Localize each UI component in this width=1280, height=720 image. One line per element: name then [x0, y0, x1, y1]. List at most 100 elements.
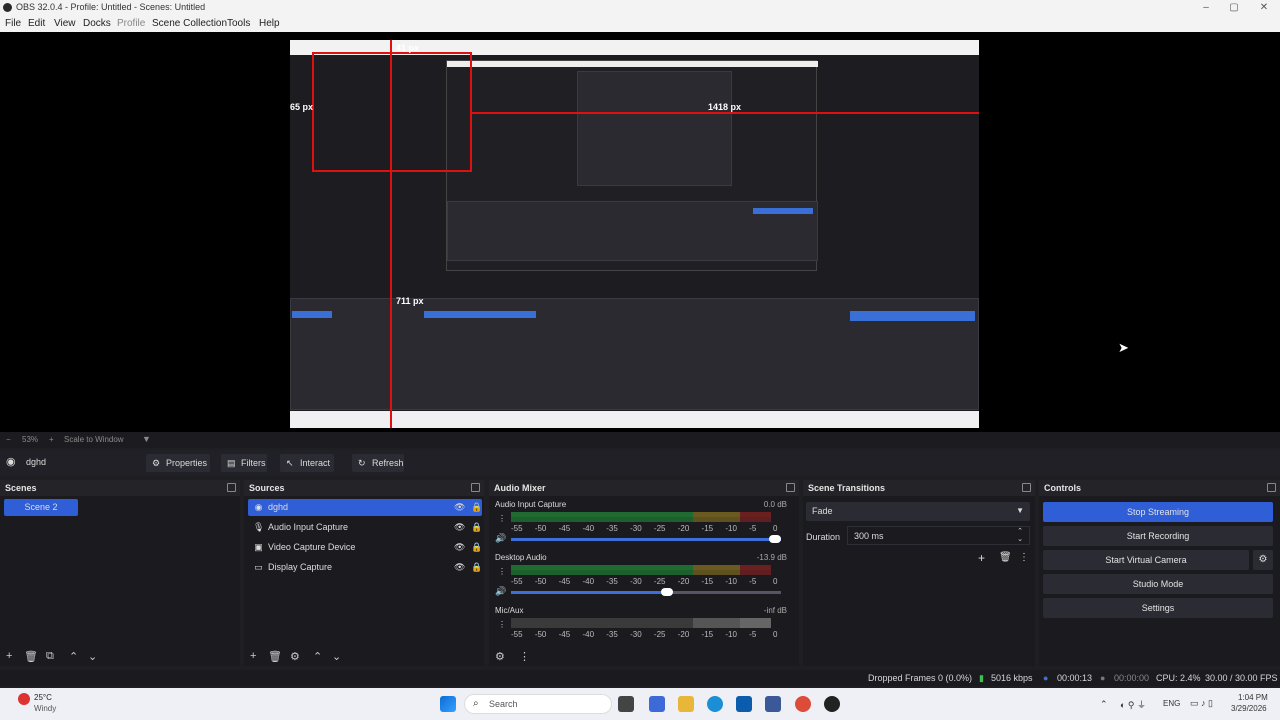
start-virtual-camera-button[interactable]: Start Virtual Camera — [1043, 550, 1249, 570]
add-icon[interactable]: + — [6, 650, 12, 662]
dock-popout-icon[interactable] — [786, 483, 795, 492]
meter-scale-label: -5 — [749, 524, 757, 533]
add-icon[interactable]: + — [250, 650, 256, 662]
menu-file[interactable]: File — [5, 18, 21, 29]
dock-popout-icon[interactable] — [1267, 483, 1276, 492]
dock-popout-icon[interactable] — [227, 483, 236, 492]
source-item-audio-input[interactable]: 🎙 Audio Input Capture 👁 🔒 — [248, 519, 482, 536]
move-down-icon[interactable]: ⌄ — [88, 650, 97, 663]
virtual-camera-settings-gear-icon[interactable]: ⚙ — [1253, 550, 1273, 570]
channel-menu-icon[interactable]: ⋮ — [498, 620, 506, 629]
menu-edit[interactable]: Edit — [28, 18, 45, 29]
channel-menu-icon[interactable]: ⋮ — [498, 567, 506, 576]
sources-dock: Sources ◉ dghd 👁 🔒 🎙 Audio Input Capture 👁… — [244, 480, 484, 666]
trash-icon[interactable]: 🗑 — [24, 650, 38, 663]
volume-slider[interactable] — [511, 535, 781, 543]
scale-dropdown-icon[interactable]: ▼ — [142, 434, 151, 444]
menu-scene-collection[interactable]: Scene Collection — [152, 18, 227, 29]
channel-menu-icon[interactable]: ⋮ — [498, 514, 506, 523]
taskbar-search[interactable]: ⌕ Search — [464, 694, 612, 714]
gear-icon[interactable]: ⚙ — [290, 650, 300, 663]
speaker-icon[interactable]: 🔊 — [495, 533, 506, 544]
level-meter — [511, 517, 771, 522]
trash-icon[interactable]: 🗑 — [268, 650, 282, 663]
visibility-eye-icon[interactable]: 👁 — [454, 542, 465, 552]
move-up-icon[interactable]: ⌃ — [313, 650, 322, 663]
menu-profile[interactable]: Profile — [117, 18, 145, 29]
source-item-display-capture[interactable]: ▭ Display Capture 👁 🔒 — [248, 559, 482, 576]
start-recording-button[interactable]: Start Recording — [1043, 526, 1273, 546]
obs-icon[interactable] — [824, 696, 840, 712]
visibility-eye-icon[interactable]: 👁 — [454, 522, 465, 532]
studio-mode-button[interactable]: Studio Mode — [1043, 574, 1273, 594]
settings-button[interactable]: Settings — [1043, 598, 1273, 618]
refresh-button[interactable]: ↻ Refresh — [352, 454, 404, 472]
duration-field[interactable]: 300 ms ⌃ ⌄ — [847, 526, 1030, 545]
move-up-icon[interactable]: ⌃ — [69, 650, 78, 663]
task-view-icon[interactable] — [618, 696, 634, 712]
source-item-video-capture[interactable]: ▣ Video Capture Device 👁 🔒 — [248, 539, 482, 556]
volume-slider[interactable] — [511, 588, 781, 596]
app-icon[interactable] — [649, 696, 665, 712]
visibility-eye-icon[interactable]: 👁 — [454, 562, 465, 572]
scene-item[interactable]: Scene 2 — [4, 499, 78, 516]
dock-popout-icon[interactable] — [1022, 483, 1031, 492]
menu-dots-icon[interactable]: ⋮ — [519, 650, 530, 663]
maximize-button[interactable]: ▢ — [1220, 1, 1248, 15]
camera-icon: ▣ — [254, 542, 263, 552]
meter-scale-label: -55 — [511, 524, 523, 533]
interact-button[interactable]: ↖ Interact — [280, 454, 334, 472]
zoom-out-button[interactable]: − — [6, 435, 11, 444]
visibility-eye-icon[interactable]: 👁 — [454, 502, 465, 512]
weather-icon — [18, 693, 30, 705]
network-volume-icons[interactable]: ▭ ♪ ▯ — [1190, 698, 1213, 709]
speaker-icon[interactable]: 🔊 — [495, 586, 506, 597]
chrome-icon[interactable] — [795, 696, 811, 712]
meter-scale-label: -30 — [630, 577, 642, 586]
add-transition-icon[interactable]: + — [978, 551, 985, 565]
spin-down-icon[interactable]: ⌄ — [1017, 535, 1023, 543]
edge-icon[interactable] — [707, 696, 723, 712]
file-explorer-icon[interactable] — [678, 696, 694, 712]
meter-scale-label: -20 — [677, 524, 690, 533]
language-indicator[interactable]: ENG — [1163, 699, 1180, 708]
lock-icon[interactable]: 🔒 — [471, 522, 482, 532]
source-item-dghd[interactable]: ◉ dghd 👁 🔒 — [248, 499, 482, 516]
guide-box-top — [312, 52, 472, 54]
meter-scale-label: -5 — [749, 577, 757, 586]
minimize-button[interactable]: – — [1192, 1, 1220, 15]
taskbar: 25°C Windy — [0, 688, 1280, 720]
scale-mode[interactable]: Scale to Window — [64, 435, 124, 444]
guide-label-bottom: 711 px — [396, 296, 424, 306]
clock-time[interactable]: 1:04 PM — [1238, 693, 1268, 702]
tray-chevron-icon[interactable]: ⌃ — [1100, 699, 1108, 710]
menu-dots-icon[interactable]: ⋮ — [1019, 552, 1029, 563]
tray-icons[interactable]: ◐ ⚲ ⏚ — [1120, 698, 1146, 711]
lock-icon[interactable]: 🔒 — [471, 542, 482, 552]
lock-icon[interactable]: 🔒 — [471, 562, 482, 572]
move-down-icon[interactable]: ⌄ — [332, 650, 341, 663]
chevron-down-icon: ▼ — [1016, 506, 1024, 515]
menu-view[interactable]: View — [54, 18, 76, 29]
menu-docks[interactable]: Docks — [83, 18, 111, 29]
windows-start-icon[interactable] — [440, 696, 456, 712]
trash-icon[interactable]: 🗑 — [999, 552, 1012, 563]
stop-streaming-button[interactable]: Stop Streaming — [1043, 502, 1273, 522]
close-button[interactable]: ✕ — [1250, 1, 1278, 15]
dock-popout-icon[interactable] — [471, 483, 480, 492]
filter-icon[interactable]: ⧉ — [46, 650, 54, 663]
gear-icon[interactable]: ⚙ — [495, 650, 505, 663]
clock-date[interactable]: 3/29/2026 — [1231, 704, 1267, 713]
app-icon[interactable] — [765, 696, 781, 712]
menu-help[interactable]: Help — [259, 18, 280, 29]
zoom-in-button[interactable]: + — [49, 435, 54, 444]
properties-button[interactable]: ⚙ Properties — [146, 454, 210, 472]
spin-up-icon[interactable]: ⌃ — [1017, 527, 1023, 535]
menu-tools[interactable]: Tools — [227, 18, 250, 29]
zoom-percent: 53% — [22, 435, 39, 444]
dropped-frames: Dropped Frames 0 (0.0%) — [868, 673, 973, 683]
filters-button[interactable]: ▤ Filters — [221, 454, 267, 472]
store-icon[interactable] — [736, 696, 752, 712]
transition-select[interactable]: Fade ▼ — [806, 502, 1030, 521]
lock-icon[interactable]: 🔒 — [471, 502, 482, 512]
